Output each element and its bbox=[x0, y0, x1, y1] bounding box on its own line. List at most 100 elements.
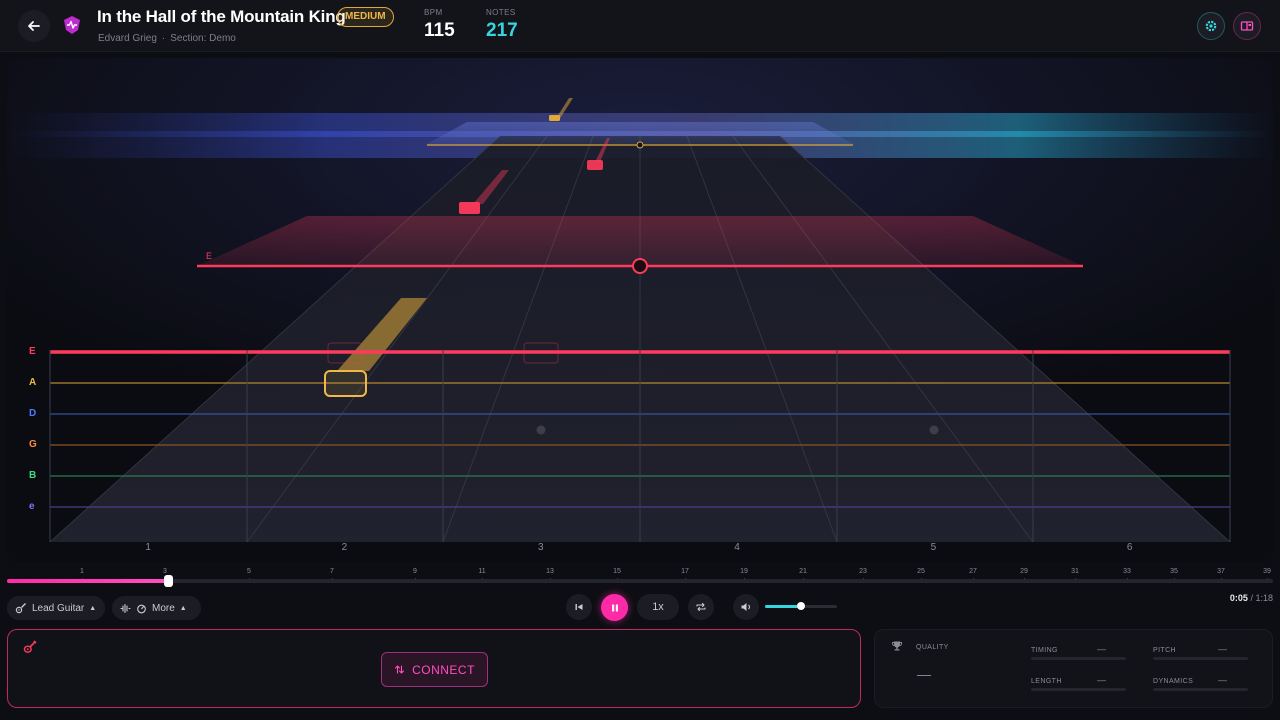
library-button[interactable] bbox=[1233, 12, 1261, 40]
total-time: 1:18 bbox=[1255, 593, 1273, 603]
timeline-tick-label: 7 bbox=[330, 568, 334, 575]
string-label-A: A bbox=[29, 377, 37, 388]
timeline-progress bbox=[7, 579, 168, 583]
notes-stat: NOTES 217 bbox=[486, 8, 518, 42]
volume-level bbox=[765, 605, 801, 608]
timeline-track[interactable] bbox=[7, 579, 1273, 583]
timeline-tick-label: 35 bbox=[1170, 568, 1178, 575]
metronome-icon bbox=[137, 604, 146, 613]
metric-label: LENGTH bbox=[1031, 678, 1062, 685]
metric-bar bbox=[1031, 657, 1126, 660]
pause-icon bbox=[611, 604, 618, 611]
caret-up-icon: ▲ bbox=[89, 604, 97, 612]
timeline-tick-label: 15 bbox=[613, 568, 621, 575]
string-label-D: D bbox=[29, 408, 37, 419]
instrument-label: Lead Guitar bbox=[32, 602, 85, 614]
far-string-label: E bbox=[206, 251, 212, 261]
connect-button[interactable]: CONNECT bbox=[381, 652, 488, 687]
timeline-scrubber[interactable] bbox=[164, 575, 173, 587]
metric-value: — bbox=[1097, 644, 1106, 654]
metric-value: — bbox=[1097, 675, 1106, 685]
metric-label: DYNAMICS bbox=[1153, 678, 1194, 685]
back-button[interactable] bbox=[18, 10, 50, 42]
song-timeline[interactable]: 1 3 5 7 9 11 13 15 17 19 21 23 25 27 29 31 33 35 37 39 bbox=[7, 565, 1273, 595]
metric-value: — bbox=[1218, 644, 1227, 654]
far-string-plane bbox=[427, 122, 853, 144]
top-bar: In the Hall of the Mountain King MEDIUM … bbox=[0, 0, 1280, 52]
timeline-tick-label: 37 bbox=[1217, 568, 1225, 575]
speed-button[interactable]: 1x bbox=[637, 594, 679, 620]
volume-button[interactable] bbox=[733, 594, 759, 620]
note-gem bbox=[587, 160, 603, 170]
timeline-tick-label: 31 bbox=[1071, 568, 1079, 575]
timeline-tick-label: 19 bbox=[740, 568, 748, 575]
timeline-tick-label: 33 bbox=[1123, 568, 1131, 575]
instrument-select[interactable]: Lead Guitar ▲ bbox=[7, 596, 105, 620]
timeline-tick-label: 5 bbox=[247, 568, 251, 575]
string-label-G: G bbox=[29, 439, 37, 450]
device-panel: CONNECT bbox=[7, 629, 861, 708]
fret-number: 2 bbox=[341, 542, 348, 553]
timeline-tick-label: 17 bbox=[681, 568, 689, 575]
fret-dot-marker bbox=[536, 425, 546, 435]
quality-panel: QUALITY — TIMING — PITCH — LENGTH — DYNA… bbox=[874, 629, 1273, 708]
timeline-tick-label: 39 bbox=[1263, 568, 1271, 575]
trophy-icon bbox=[892, 641, 902, 651]
more-options-button[interactable]: More ▲ bbox=[112, 596, 201, 620]
pause-button[interactable] bbox=[601, 594, 628, 621]
highway-canvas: E bbox=[7, 58, 1273, 562]
current-time: 0:05 bbox=[1229, 593, 1248, 603]
waveform-icon bbox=[120, 603, 131, 613]
meta-separator: · bbox=[161, 33, 166, 44]
volume-slider[interactable] bbox=[765, 602, 837, 610]
gear-icon bbox=[1205, 20, 1217, 32]
guitar-icon bbox=[23, 640, 37, 653]
app-logo-icon bbox=[64, 16, 80, 34]
difficulty-badge: MEDIUM bbox=[337, 7, 394, 27]
timeline-tick-label: 21 bbox=[799, 568, 807, 575]
timeline-tick-label: 1 bbox=[80, 568, 84, 575]
metric-bar bbox=[1153, 688, 1248, 691]
fret-dot-marker bbox=[929, 425, 939, 435]
transfer-icon bbox=[395, 665, 405, 674]
string-label-E: E bbox=[29, 346, 36, 357]
quality-score: — bbox=[917, 666, 931, 682]
timeline-tick-label: 23 bbox=[859, 568, 867, 575]
fret-number: 3 bbox=[537, 542, 544, 553]
restart-button[interactable] bbox=[566, 594, 592, 620]
fret-number: 1 bbox=[145, 542, 151, 553]
metric-bar bbox=[1153, 657, 1248, 660]
loop-button[interactable] bbox=[688, 594, 714, 620]
time-readout: 0:05 / 1:18 bbox=[1230, 593, 1273, 603]
string-label-e: e bbox=[29, 501, 35, 512]
timeline-tick-label: 27 bbox=[969, 568, 977, 575]
fret-number: 5 bbox=[930, 542, 937, 553]
notes-value: 217 bbox=[486, 20, 518, 41]
caret-up-icon: ▲ bbox=[179, 604, 187, 612]
note-highway: E E A D G B e 1 2 3 4 5 6 bbox=[7, 58, 1273, 562]
artist-name: Edvard Grieg bbox=[98, 33, 157, 44]
mid-target-marker bbox=[632, 258, 648, 274]
far-target-marker bbox=[636, 141, 644, 149]
timeline-tick-label: 11 bbox=[478, 568, 486, 575]
timeline-tick-label: 3 bbox=[163, 568, 167, 575]
timeline-tick-label: 29 bbox=[1020, 568, 1028, 575]
quality-title: QUALITY bbox=[916, 644, 949, 651]
timeline-tick-label: 9 bbox=[413, 568, 417, 575]
timeline-tick-label: 13 bbox=[546, 568, 554, 575]
settings-button[interactable] bbox=[1197, 12, 1225, 40]
speaker-icon bbox=[741, 603, 751, 611]
section-name: Section: Demo bbox=[170, 33, 236, 44]
fret-number: 6 bbox=[1126, 542, 1133, 553]
book-icon bbox=[1240, 21, 1254, 31]
song-meta: Edvard Grieg · Section: Demo bbox=[98, 33, 236, 44]
connect-label: CONNECT bbox=[412, 662, 475, 677]
repeat-icon bbox=[696, 602, 706, 612]
more-label: More bbox=[152, 602, 175, 614]
guitar-icon bbox=[15, 603, 26, 614]
skip-back-icon bbox=[575, 604, 583, 610]
metric-value: — bbox=[1218, 675, 1227, 685]
note-gem bbox=[549, 115, 560, 121]
arrow-left-icon bbox=[28, 21, 40, 31]
volume-handle[interactable] bbox=[797, 602, 805, 610]
